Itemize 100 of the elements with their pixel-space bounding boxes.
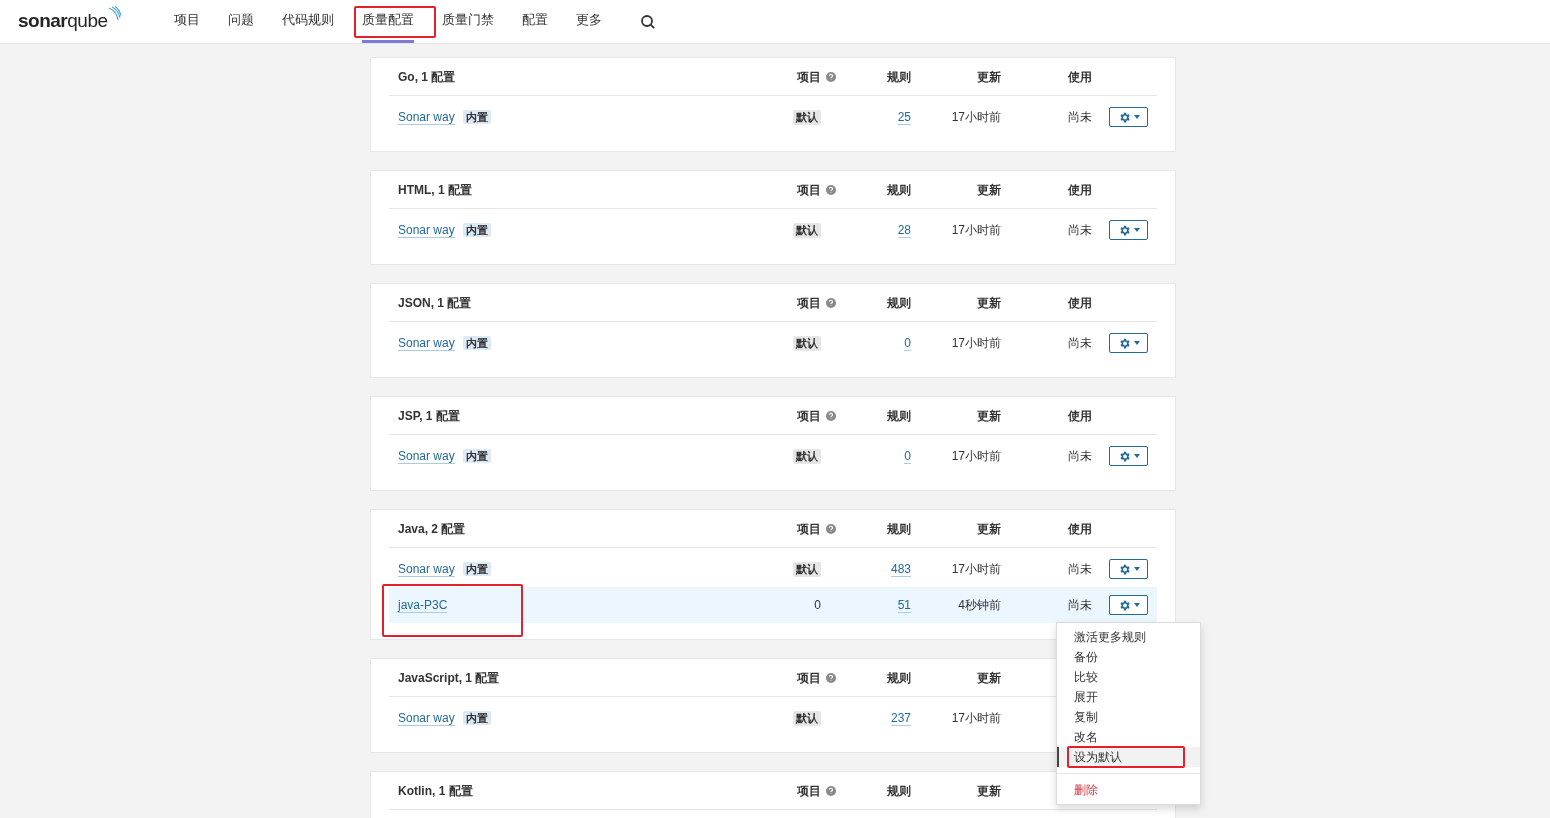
column-header: 规则 bbox=[887, 782, 911, 800]
nav-tab[interactable]: 代码规则 bbox=[282, 0, 334, 43]
usage-status: 尚未 bbox=[1068, 597, 1092, 614]
nav-tab[interactable]: 配置 bbox=[522, 0, 548, 43]
rules-count-link[interactable]: 0 bbox=[904, 448, 911, 464]
nav-tab[interactable]: 更多 bbox=[576, 0, 602, 43]
updated-time: 17小时前 bbox=[951, 448, 1001, 465]
menu-item[interactable]: 比较 bbox=[1057, 667, 1200, 687]
card-title: JSP, 1 配置 bbox=[397, 407, 461, 425]
rules-count-link[interactable]: 237 bbox=[890, 710, 911, 726]
menu-item[interactable]: 备份 bbox=[1057, 647, 1200, 667]
column-header: 项目 bbox=[797, 294, 821, 312]
column-header: 规则 bbox=[887, 294, 911, 312]
default-badge: 默认 bbox=[793, 222, 821, 238]
project-count: 0 bbox=[814, 597, 821, 614]
column-header: 规则 bbox=[887, 181, 911, 199]
rules-count-link[interactable]: 25 bbox=[897, 109, 911, 125]
menu-item[interactable]: 改名 bbox=[1057, 727, 1200, 747]
usage-status: 尚未 bbox=[1068, 561, 1092, 578]
updated-time: 17小时前 bbox=[951, 222, 1001, 239]
caret-icon bbox=[1133, 228, 1140, 232]
column-header: 使用 bbox=[1068, 294, 1092, 312]
column-header: 更新 bbox=[977, 181, 1001, 199]
default-badge: 默认 bbox=[793, 448, 821, 464]
card-title: Java, 2 配置 bbox=[397, 520, 467, 538]
caret-icon bbox=[1133, 454, 1140, 458]
profile-link[interactable]: Sonar way bbox=[398, 109, 455, 125]
menu-item[interactable]: 删除 bbox=[1057, 780, 1200, 800]
settings-menu-button[interactable] bbox=[1109, 559, 1148, 579]
column-header: 规则 bbox=[887, 520, 911, 538]
builtin-tag: 内置 bbox=[462, 336, 491, 350]
usage-status: 尚未 bbox=[1068, 448, 1092, 465]
column-header: 更新 bbox=[977, 669, 1001, 687]
nav-tab[interactable]: 质量配置 bbox=[362, 0, 414, 43]
menu-item[interactable]: 展开 bbox=[1057, 687, 1200, 707]
column-header: 使用 bbox=[1068, 407, 1092, 425]
updated-time: 17小时前 bbox=[951, 335, 1001, 352]
builtin-tag: 内置 bbox=[462, 223, 491, 237]
search-icon[interactable] bbox=[640, 13, 656, 30]
caret-icon bbox=[1133, 115, 1140, 119]
default-badge: 默认 bbox=[793, 335, 821, 351]
caret-icon bbox=[1133, 341, 1140, 345]
nav-tab[interactable]: 问题 bbox=[228, 0, 254, 43]
caret-icon bbox=[1133, 567, 1140, 571]
nav-tab[interactable]: 项目 bbox=[174, 0, 200, 43]
column-header: 项目 bbox=[797, 68, 821, 86]
profile-link[interactable]: Sonar way bbox=[398, 222, 455, 238]
updated-time: 17小时前 bbox=[951, 109, 1001, 126]
default-badge: 默认 bbox=[793, 109, 821, 125]
rules-count-link[interactable]: 51 bbox=[897, 597, 911, 613]
usage-status: 尚未 bbox=[1068, 222, 1092, 239]
column-header: 更新 bbox=[977, 782, 1001, 800]
settings-menu-button[interactable] bbox=[1109, 446, 1148, 466]
default-badge: 默认 bbox=[793, 561, 821, 577]
column-header: 项目 bbox=[797, 669, 821, 687]
column-header: 使用 bbox=[1068, 181, 1092, 199]
card-title: HTML, 1 配置 bbox=[397, 181, 473, 199]
settings-menu-button[interactable] bbox=[1109, 107, 1148, 127]
logo[interactable]: sonarqube bbox=[18, 7, 108, 36]
column-header: 项目 bbox=[797, 520, 821, 538]
updated-time: 17小时前 bbox=[951, 710, 1001, 727]
usage-status: 尚未 bbox=[1068, 335, 1092, 352]
profile-link[interactable]: java-P3C bbox=[398, 597, 448, 613]
column-header: 更新 bbox=[977, 520, 1001, 538]
menu-item[interactable]: 激活更多规则 bbox=[1057, 627, 1200, 647]
builtin-tag: 内置 bbox=[462, 562, 491, 576]
column-header: 项目 bbox=[797, 782, 821, 800]
card-title: Go, 1 配置 bbox=[397, 68, 457, 86]
caret-icon bbox=[1133, 603, 1140, 607]
rules-count-link[interactable]: 28 bbox=[897, 222, 911, 238]
profile-link[interactable]: Sonar way bbox=[398, 448, 455, 464]
column-header: 更新 bbox=[977, 294, 1001, 312]
rules-count-link[interactable]: 483 bbox=[890, 561, 911, 577]
usage-status: 尚未 bbox=[1068, 109, 1092, 126]
builtin-tag: 内置 bbox=[462, 110, 491, 124]
column-header: 使用 bbox=[1068, 520, 1092, 538]
column-header: 更新 bbox=[977, 407, 1001, 425]
settings-menu-button[interactable] bbox=[1109, 333, 1148, 353]
default-badge: 默认 bbox=[793, 710, 821, 726]
builtin-tag: 内置 bbox=[462, 711, 491, 725]
updated-time: 4秒钟前 bbox=[958, 597, 1001, 614]
profile-link[interactable]: Sonar way bbox=[398, 561, 455, 577]
profile-link[interactable]: Sonar way bbox=[398, 335, 455, 351]
settings-menu-button[interactable] bbox=[1109, 595, 1148, 615]
card-title: JSON, 1 配置 bbox=[397, 294, 473, 312]
profile-link[interactable]: Sonar way bbox=[398, 710, 455, 726]
rules-count-link[interactable]: 0 bbox=[904, 335, 911, 351]
column-header: 规则 bbox=[887, 669, 911, 687]
updated-time: 17小时前 bbox=[951, 561, 1001, 578]
card-title: Kotlin, 1 配置 bbox=[397, 782, 474, 800]
nav-tab[interactable]: 质量门禁 bbox=[442, 0, 494, 43]
card-title: JavaScript, 1 配置 bbox=[397, 669, 501, 687]
column-header: 项目 bbox=[797, 407, 821, 425]
menu-item[interactable]: 复制 bbox=[1057, 707, 1200, 727]
column-header: 项目 bbox=[797, 181, 821, 199]
column-header: 更新 bbox=[977, 68, 1001, 86]
menu-item[interactable]: 设为默认 bbox=[1057, 747, 1200, 767]
settings-menu-button[interactable] bbox=[1109, 220, 1148, 240]
builtin-tag: 内置 bbox=[462, 449, 491, 463]
column-header: 规则 bbox=[887, 407, 911, 425]
